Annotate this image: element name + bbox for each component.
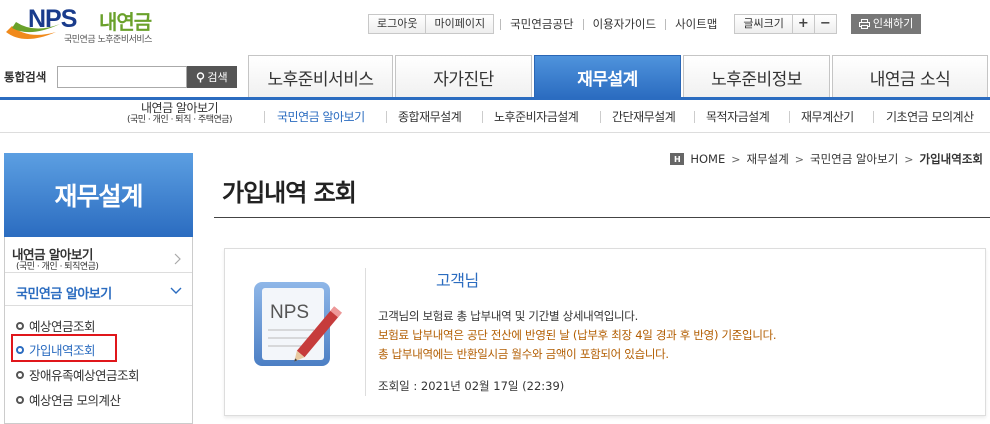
chevron-down-icon <box>170 287 182 294</box>
bullet-icon <box>16 395 24 404</box>
logout-button[interactable]: 로그아웃 <box>368 14 427 34</box>
utility-bar: 로그아웃 마이페이지 국민연금공단 이용자가이드 사이트맵 글씨크기 + − 인… <box>368 13 922 35</box>
nps-logo[interactable]: NPS 내연금 국민연금 노후준비서비스 <box>4 2 174 46</box>
bullet-icon <box>16 370 24 379</box>
font-decrease-button[interactable]: − <box>814 14 837 34</box>
title-underline <box>214 217 990 218</box>
tab-retirement-info[interactable]: 노후준비정보 <box>683 55 830 98</box>
breadcrumb-home[interactable]: HOME <box>690 152 725 166</box>
info-line-3: 총 납부내역에는 반환일시금 월수와 금액이 포함되어 있습니다. <box>378 347 669 361</box>
breadcrumb-current: 가입내역조회 <box>919 152 983 166</box>
user-guide-link[interactable]: 이용자가이드 <box>584 16 665 32</box>
subnav-item-total-planning[interactable]: 종합재무설계 <box>398 108 462 125</box>
subnav-item-national-pension[interactable]: 국민연금 알아보기 <box>277 108 365 125</box>
logo-brand: NPS <box>28 5 77 33</box>
subnav-item-label: 내연금 알아보기 <box>140 101 219 115</box>
subnav-item-sublabel: (국민 · 개인 · 퇴직 · 주택연금) <box>127 115 233 125</box>
breadcrumb-arrow-icon: > <box>731 152 741 166</box>
subnav-item-my-pension[interactable]: 내연금 알아보기 (국민 · 개인 · 퇴직 · 주택연금) <box>127 101 233 126</box>
info-divider <box>365 268 366 396</box>
breadcrumb-arrow-icon: > <box>904 152 914 166</box>
sidebar-subitem-label: 예상연금조회 <box>29 319 96 334</box>
info-line-2: 보험료 납부내역은 공단 전산에 반영된 날 (납부후 최장 4일 경과 후 반… <box>378 328 777 342</box>
subnav-divider <box>873 111 874 123</box>
customer-name: 고객님 <box>436 271 479 290</box>
breadcrumb-level2[interactable]: 국민연금 알아보기 <box>810 151 898 167</box>
breadcrumb-level1[interactable]: 재무설계 <box>746 151 788 167</box>
nps-link[interactable]: 국민연금공단 <box>501 16 582 32</box>
logo-brand-kr: 내연금 <box>99 10 152 34</box>
tab-retirement-service[interactable]: 노후준비서비스 <box>248 55 393 98</box>
search-button[interactable]: 검색 <box>187 66 237 88</box>
sidebar-item-my-pension-sub: (국민 · 개인 · 퇴직연금) <box>16 262 99 272</box>
icon-nps-text: NPS <box>270 302 309 323</box>
print-button[interactable]: 인쇄하기 <box>850 14 922 34</box>
subnav-divider <box>789 111 790 123</box>
font-increase-button[interactable]: + <box>792 14 815 34</box>
breadcrumb-arrow-icon: > <box>794 152 804 166</box>
sitemap-link[interactable]: 사이트맵 <box>666 16 726 32</box>
subnav-item-purpose-fund[interactable]: 목적자금설계 <box>706 108 770 125</box>
subnav-divider <box>264 111 265 123</box>
subnav-divider <box>600 111 601 123</box>
sidebar-subitem-label: 장애유족예상연금조회 <box>29 368 140 383</box>
sidebar-subitem-label: 예상연금 모의계산 <box>29 393 121 408</box>
tab-self-diagnosis[interactable]: 자가진단 <box>395 55 532 98</box>
sidebar-subitem-disability-survivor[interactable]: 장애유족예상연금조회 <box>16 365 140 384</box>
document-pencil-icon: NPS <box>254 282 342 366</box>
tab-pension-news[interactable]: 내연금 소식 <box>832 55 988 98</box>
logo-subtitle: 국민연금 노후준비서비스 <box>64 35 152 45</box>
search-input[interactable] <box>57 66 187 88</box>
mypage-button[interactable]: 마이페이지 <box>426 14 495 34</box>
sidebar-title: 재무설계 <box>4 153 193 237</box>
subnav-divider <box>386 111 387 123</box>
account-group: 로그아웃 마이페이지 <box>368 14 495 34</box>
bullet-icon <box>16 321 24 330</box>
search-label: 통합검색 <box>4 70 47 84</box>
subnav-item-basic-pension[interactable]: 기초연금 모의계산 <box>886 108 974 125</box>
main-navigation: 노후준비서비스 자가진단 재무설계 노후준비정보 내연금 소식 <box>248 55 990 98</box>
sidebar-subitem-pension-simulation[interactable]: 예상연금 모의계산 <box>16 390 121 409</box>
info-line-1: 고객님의 보험료 총 납부내역 및 기간별 상세내역입니다. <box>378 309 638 323</box>
search-icon <box>197 71 205 82</box>
page-title: 가입내역 조회 <box>222 179 357 207</box>
home-icon[interactable]: H <box>670 153 685 165</box>
tab-financial-planning[interactable]: 재무설계 <box>534 55 681 98</box>
sidebar-divider <box>5 272 192 273</box>
sub-navigation: 내연금 알아보기 (국민 · 개인 · 퇴직 · 주택연금) 국민연금 알아보기… <box>0 100 990 133</box>
subnav-divider <box>482 111 483 123</box>
query-date: 조회일 : 2021년 02월 17일 (22:39) <box>378 379 565 393</box>
printer-icon <box>858 19 870 29</box>
subnav-item-retirement-fund[interactable]: 노후준비자금설계 <box>494 108 579 125</box>
font-size-control: 글씨크기 + − <box>734 14 837 34</box>
search-button-label: 검색 <box>207 71 228 84</box>
font-size-label: 글씨크기 <box>734 14 793 34</box>
selection-highlight <box>11 334 117 362</box>
sidebar-item-national-pension[interactable]: 국민연금 알아보기 <box>16 283 112 302</box>
subnav-item-simple-planning[interactable]: 간단재무설계 <box>612 108 676 125</box>
sidebar-divider <box>5 305 192 306</box>
subnav-divider <box>694 111 695 123</box>
chevron-right-icon <box>174 253 181 265</box>
sidebar-subitem-expected-pension[interactable]: 예상연금조회 <box>16 316 96 335</box>
print-label: 인쇄하기 <box>872 17 914 30</box>
breadcrumb: H HOME > 재무설계 > 국민연금 알아보기 > 가입내역조회 <box>670 151 983 167</box>
subnav-item-calculator[interactable]: 재무계산기 <box>801 108 854 125</box>
